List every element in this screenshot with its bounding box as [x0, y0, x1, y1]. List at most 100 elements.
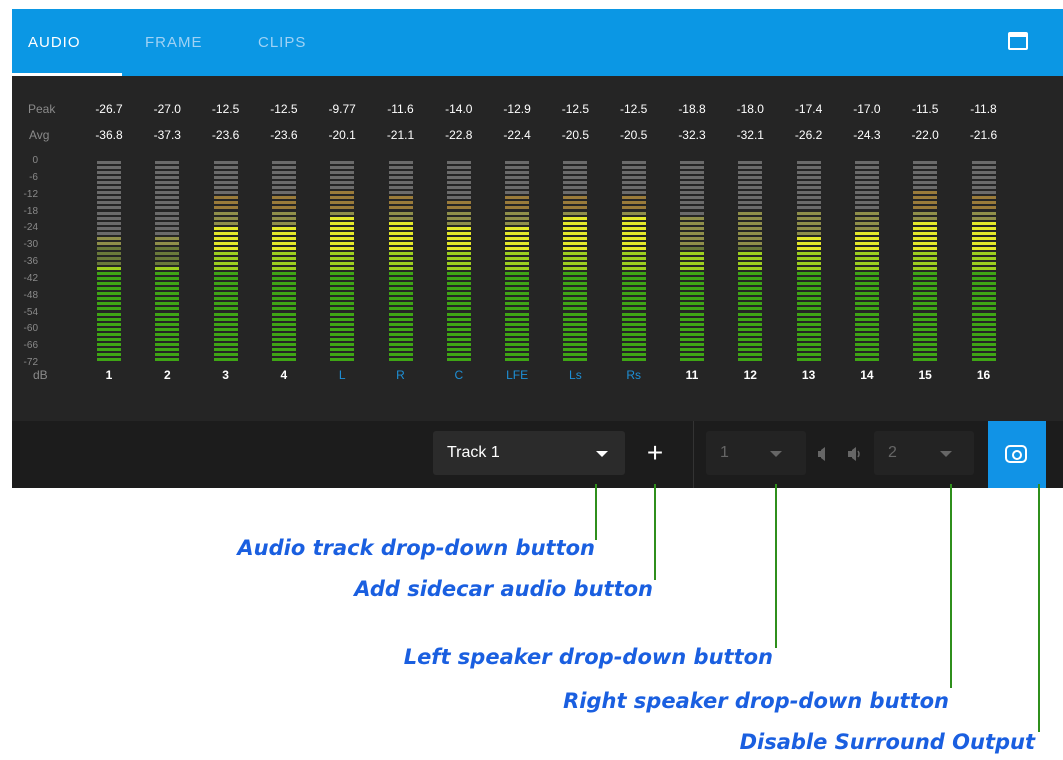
- meter-segment: [330, 277, 355, 281]
- meter-segment: [388, 327, 413, 331]
- meter-segment: [213, 337, 238, 341]
- meter-segment: [796, 201, 821, 205]
- meter-segment: [913, 342, 938, 346]
- meter-segment: [913, 211, 938, 215]
- meter-segment: [796, 292, 821, 296]
- meter-segment: [271, 226, 296, 230]
- meter-segment: [680, 262, 704, 265]
- meter-segment: [971, 241, 996, 245]
- meter-segment: [271, 317, 296, 321]
- meter-segment: [563, 357, 588, 361]
- popout-window-icon[interactable]: [1008, 32, 1028, 50]
- meter-segment: [796, 186, 821, 190]
- meter-segment: [680, 206, 704, 210]
- meter-segment: [213, 246, 238, 250]
- meter-segment: [271, 161, 296, 164]
- meter-segment: [388, 231, 413, 235]
- level-meter: [271, 161, 296, 363]
- meter-segment: [271, 166, 296, 170]
- meter-segment: [155, 181, 180, 185]
- meter-segment: [505, 292, 530, 296]
- meter-segment: [155, 206, 180, 210]
- meter-segment: [913, 171, 938, 175]
- meter-segment: [738, 302, 763, 306]
- db-scale-tick: -18: [23, 205, 38, 217]
- meter-segment: [680, 241, 704, 245]
- meter-segment: [854, 211, 879, 215]
- meter-segment: [738, 236, 763, 240]
- meter-segment: [738, 256, 763, 260]
- meter-segment: [330, 251, 355, 255]
- meter-segment: [97, 357, 121, 361]
- meter-segment: [213, 216, 238, 220]
- meter-segment: [446, 201, 471, 205]
- meter-segment: [446, 322, 471, 326]
- channel-label: R: [396, 368, 405, 382]
- meter-segment: [971, 246, 996, 250]
- tab-clips[interactable]: CLIPS: [258, 9, 306, 76]
- tab-audio[interactable]: AUDIO: [28, 9, 81, 76]
- meter-segment: [330, 191, 355, 195]
- meter-segment: [330, 186, 355, 190]
- meter-segment: [271, 206, 296, 210]
- meter-segment: [796, 231, 821, 235]
- meter-segment: [505, 352, 530, 356]
- meter-segment: [97, 282, 121, 286]
- meter-segment: [213, 241, 238, 245]
- meter-segment: [971, 282, 996, 286]
- meter-segment: [913, 332, 938, 336]
- add-sidecar-audio-button[interactable]: +: [640, 431, 670, 475]
- meter-segment: [913, 226, 938, 230]
- meter-segment: [854, 191, 879, 195]
- meter-segment: [388, 352, 413, 356]
- meter-segment: [563, 216, 588, 220]
- meter-segment: [388, 332, 413, 336]
- meter-segment: [388, 161, 413, 164]
- meter-segment: [854, 231, 879, 235]
- meter-segment: [680, 297, 704, 301]
- meter-segment: [854, 327, 879, 331]
- meter-segment: [621, 332, 646, 336]
- meter-segment: [388, 196, 413, 200]
- meter-segment: [738, 292, 763, 296]
- db-scale-tick: -24: [23, 222, 38, 234]
- meter-segment: [388, 246, 413, 250]
- meter-segment: [680, 161, 704, 164]
- meter-segment: [97, 352, 121, 356]
- audio-track-dropdown[interactable]: Track 1: [433, 431, 625, 475]
- channel-label: LFE: [506, 368, 529, 382]
- disable-surround-output-button[interactable]: [988, 421, 1046, 488]
- meter-segment: [271, 221, 296, 225]
- meter-segment: [271, 287, 296, 291]
- meter-segment: [97, 166, 121, 170]
- meter-segment: [971, 181, 996, 185]
- meter-segment: [505, 262, 530, 265]
- meter-segment: [913, 236, 938, 240]
- meter-segment: [738, 216, 763, 220]
- meter-segment: [854, 166, 879, 170]
- meter-segment: [97, 246, 121, 250]
- meter-segment: [913, 262, 938, 265]
- meter-segment: [505, 282, 530, 286]
- meter-segment: [854, 292, 879, 296]
- meter-segment: [388, 277, 413, 281]
- meter-segment: [854, 256, 879, 260]
- meter-segment: [913, 277, 938, 281]
- meter-segment: [971, 292, 996, 296]
- meter-segment: [505, 221, 530, 225]
- meter-segment: [97, 196, 121, 200]
- avg-value: -23.6: [270, 128, 298, 142]
- meter-segment: [913, 307, 938, 311]
- tab-frame[interactable]: FRAME: [145, 9, 203, 76]
- meter-segment: [796, 246, 821, 250]
- meter-segment: [680, 236, 704, 240]
- meter-segment: [155, 302, 180, 306]
- meter-segment: [680, 317, 704, 321]
- meter-segment: [97, 302, 121, 306]
- channel-label: C: [454, 368, 464, 382]
- meter-segment: [388, 206, 413, 210]
- meter-segment: [97, 342, 121, 346]
- meter-segment: [680, 171, 704, 175]
- right-speaker-dropdown[interactable]: 2: [874, 431, 974, 475]
- left-speaker-dropdown[interactable]: 1: [706, 431, 806, 475]
